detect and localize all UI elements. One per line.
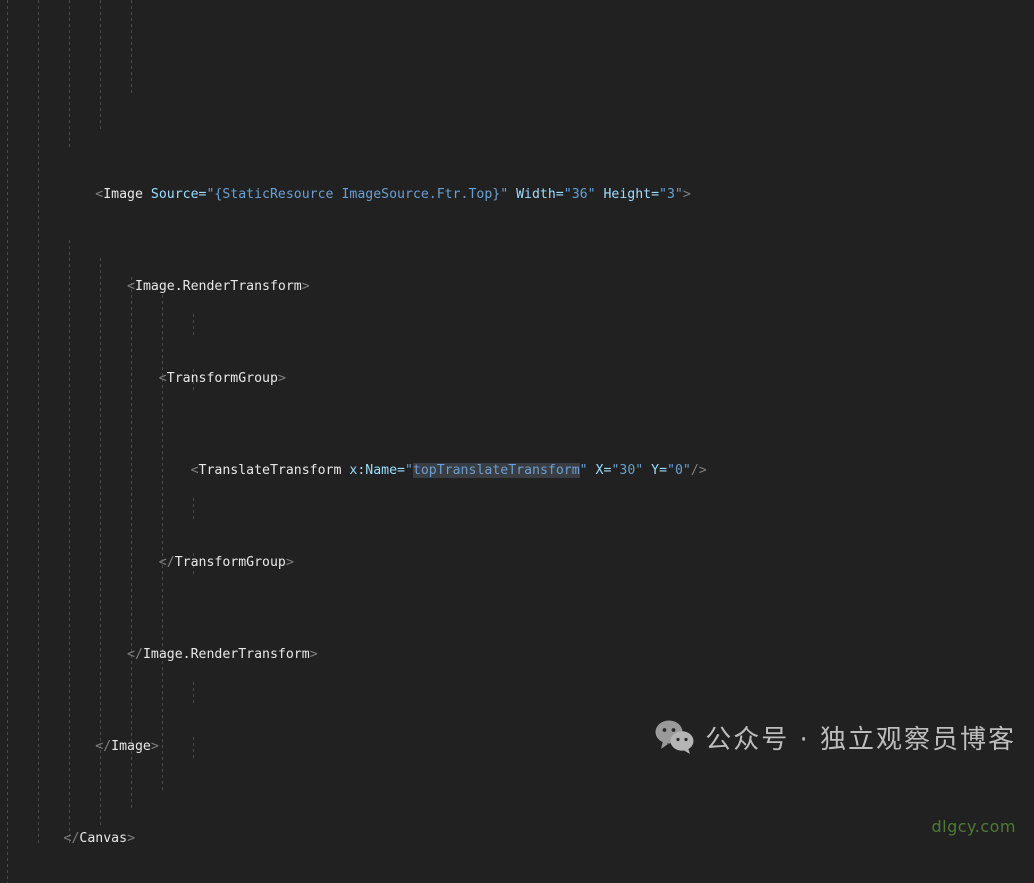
line02-open-bracket: < [127, 279, 135, 295]
line02-element: Image.RenderTransform [135, 279, 302, 295]
line01-value-height: "3" [659, 187, 683, 203]
line06-open-bracket: </ [127, 647, 143, 663]
line07-indent [0, 739, 95, 754]
line08-open-bracket: </ [63, 831, 80, 847]
line04-attr-x: X= [587, 463, 612, 479]
line01-element: Image [103, 187, 143, 203]
line04-indent [0, 463, 191, 478]
line04-value-xname-highlighted: topTranslateTransform [412, 463, 580, 479]
line04-attr-xname: x:Name= [341, 463, 405, 479]
line04-quote-open: " [404, 463, 413, 479]
line01-value-width: "36" [563, 187, 596, 203]
line01-close-bracket: > [682, 187, 691, 203]
line04-value-x: "30" [611, 463, 644, 479]
line05-close-bracket: > [285, 555, 294, 571]
line06-element: Image.RenderTransform [142, 647, 310, 663]
code-line[interactable]: <TranslateTransform x:Name="topTranslate… [0, 462, 1034, 480]
code-line[interactable]: <Image.RenderTransform> [0, 278, 1034, 296]
line05-indent [0, 555, 159, 570]
line01-attr-height: Height= [595, 187, 660, 203]
line04-element: TranslateTransform [198, 463, 342, 479]
code-line[interactable]: <Image Source="{StaticResource ImageSour… [0, 186, 1034, 204]
line03-open-bracket: < [158, 371, 167, 387]
line07-open-bracket: </ [95, 739, 112, 755]
line04-close-bracket: /> [690, 463, 707, 479]
line08-element: Canvas [79, 831, 128, 847]
line01-attr-width: Width= [508, 187, 564, 203]
code-editor[interactable]: < Image Source="{StaticResource ImageSour… [0, 0, 1034, 883]
line07-element: Image [111, 739, 151, 755]
line02-close-bracket: > [301, 279, 310, 295]
line08-close-bracket: > [127, 831, 136, 847]
indent-guide [131, 0, 132, 94]
code-content[interactable]: < Image Source="{StaticResource ImageSour… [0, 110, 1034, 883]
code-line[interactable]: </Image> [0, 738, 1034, 756]
line05-element: TransformGroup [174, 555, 286, 571]
code-line[interactable]: </Canvas> [0, 830, 1034, 848]
line04-attr-y: Y= [643, 463, 668, 479]
line03-element: TransformGroup [166, 371, 278, 387]
line04-open-bracket: < [190, 463, 199, 479]
code-line[interactable]: <TransformGroup> [0, 370, 1034, 388]
line02-indent [0, 279, 127, 294]
line06-indent [0, 647, 127, 662]
code-line[interactable]: </Image.RenderTransform> [0, 646, 1034, 664]
code-line[interactable]: </TransformGroup> [0, 554, 1034, 572]
line03-close-bracket: > [277, 371, 286, 387]
line07-close-bracket: > [150, 739, 159, 755]
line05-open-bracket: </ [158, 555, 175, 571]
line01-attr-source: Source= [142, 187, 207, 203]
line01-indent [0, 187, 95, 202]
line01-value-source: "{StaticResource ImageSource.Ftr.Top}" [206, 187, 509, 203]
line04-value-y: "0" [667, 463, 691, 479]
line06-close-bracket: > [309, 647, 318, 663]
line04-quote-close: " [579, 463, 588, 479]
line03-indent [0, 371, 159, 386]
line08-indent [0, 831, 64, 846]
